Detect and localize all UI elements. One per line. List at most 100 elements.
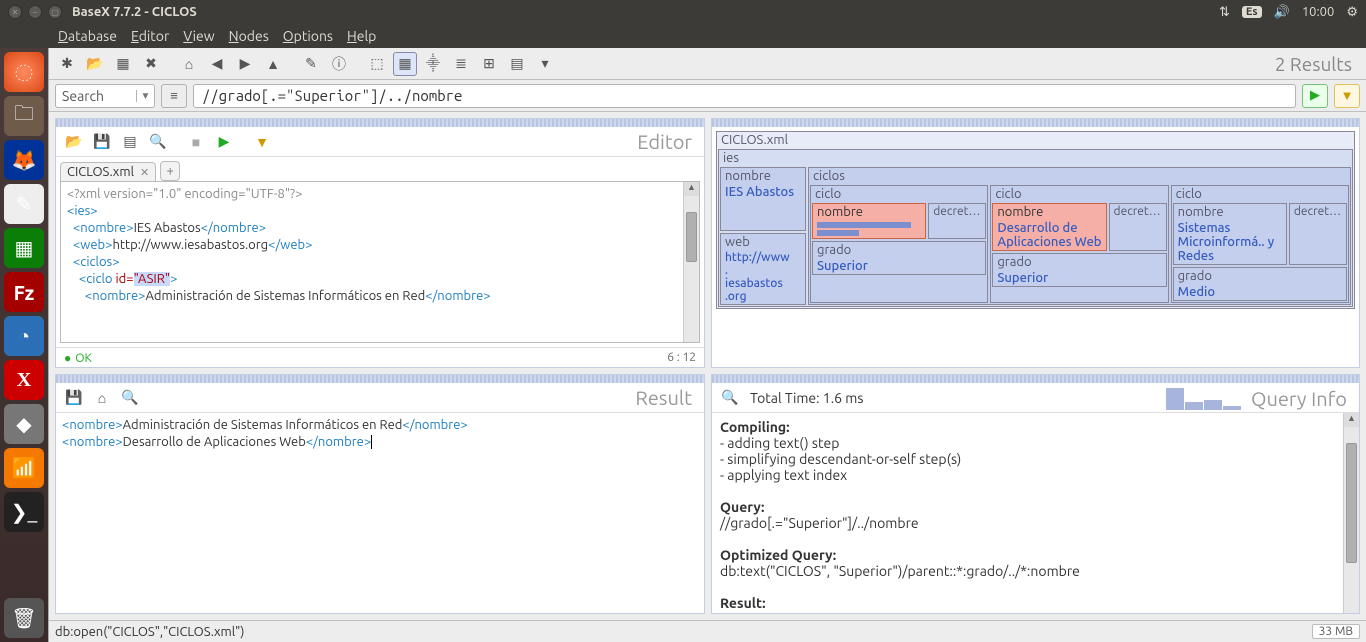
db-props-icon[interactable]: ▦ bbox=[111, 52, 135, 76]
window-title: BaseX 7.7.2 - CICLOS bbox=[72, 5, 197, 19]
result-find-icon[interactable]: 🔍 bbox=[118, 386, 142, 410]
menu-options[interactable]: Options bbox=[283, 28, 333, 44]
info-icon[interactable]: ⓘ bbox=[327, 52, 351, 76]
editor-tab[interactable]: CICLOS.xml ✕ bbox=[60, 162, 156, 181]
chevron-down-icon[interactable]: ▼ bbox=[136, 90, 154, 102]
map-ies-label: ies bbox=[719, 150, 1352, 166]
queryinfo-timing-chart bbox=[1166, 386, 1241, 410]
launcher-basex[interactable]: X bbox=[4, 360, 44, 400]
launcher-files[interactable]: 🗀 bbox=[4, 96, 44, 136]
result-save-icon[interactable]: 💾 bbox=[62, 386, 86, 410]
edit-icon[interactable]: ✎ bbox=[299, 52, 323, 76]
results-count: 2 Results bbox=[1275, 53, 1360, 75]
basex-window: ✱ 📂 ▦ ✖ ⌂ ◀ ▶ ▲ ✎ ⓘ ⬚ ▦ ⸎ ≣ ⊞ ▤ ▾ 2 Resu… bbox=[48, 48, 1366, 642]
view-plot-icon[interactable]: ⊞ bbox=[477, 52, 501, 76]
map-ies-nombre: IES Abastos bbox=[721, 184, 805, 200]
editor-save-icon[interactable]: 💾 bbox=[90, 130, 114, 154]
result-text[interactable]: <nombre>Administración de Sistemas Infor… bbox=[56, 413, 704, 613]
status-bar: db:open("CICLOS","CICLOS.xml") 33 MB bbox=[49, 620, 1366, 642]
view-table-icon[interactable]: ▤ bbox=[505, 52, 529, 76]
pane-grip[interactable] bbox=[712, 375, 1359, 383]
queryinfo-find-icon[interactable]: 🔍 bbox=[718, 386, 742, 410]
launcher-firefox[interactable]: 🦊 bbox=[4, 140, 44, 180]
menu-database[interactable]: Database bbox=[58, 28, 117, 44]
launcher-bluefish[interactable]: ◔ bbox=[4, 316, 44, 356]
window-minimize-icon[interactable]: – bbox=[28, 5, 42, 19]
editor-open-icon[interactable]: 📂 bbox=[62, 130, 86, 154]
network-icon[interactable]: ⇅ bbox=[1219, 5, 1230, 20]
launcher-dash[interactable]: ◌ bbox=[4, 52, 44, 92]
editor-filter-icon[interactable]: ▼ bbox=[250, 130, 274, 154]
search-mode-select[interactable]: ▼ bbox=[55, 84, 155, 108]
launcher-rss[interactable]: 📶 bbox=[4, 448, 44, 488]
search-mode-input[interactable] bbox=[56, 88, 136, 104]
result-pane: 💾 ⌂ 🔍 Result <nombre>Administración de S… bbox=[55, 374, 705, 614]
menu-view[interactable]: View bbox=[183, 28, 214, 44]
open-db-icon[interactable]: 📂 bbox=[83, 52, 107, 76]
query-bar: ▼ ≡ ▶ ▼ bbox=[49, 80, 1366, 112]
map-view[interactable]: CICLOS.xml ies nombre IES Abastos bbox=[712, 127, 1359, 367]
map-c2-nombre-hit: nombre bbox=[993, 204, 1105, 220]
menu-editor[interactable]: Editor bbox=[131, 28, 169, 44]
map-c3-grado: Medio bbox=[1174, 284, 1346, 300]
launcher-filezilla[interactable]: Fz bbox=[4, 272, 44, 312]
launcher-gedit[interactable]: ✎ bbox=[4, 184, 44, 224]
menu-help[interactable]: Help bbox=[347, 28, 376, 44]
editor-find-icon[interactable]: 🔍 bbox=[146, 130, 170, 154]
unity-launcher: ◌ 🗀 🦊 ✎ ▦ Fz ◔ X ◆ 📶 ❯_ 🗑 bbox=[0, 48, 48, 642]
query-info-pane: 🔍 Total Time: 1.6 ms Query Info Compilin… bbox=[711, 374, 1360, 614]
close-db-icon[interactable]: ✖ bbox=[139, 52, 163, 76]
editor-status-ok: OK bbox=[64, 351, 92, 365]
nav-fwd-icon[interactable]: ▶ bbox=[233, 52, 257, 76]
history-icon[interactable]: ≡ bbox=[161, 84, 187, 108]
scrollbar[interactable]: ▲ bbox=[1343, 413, 1359, 613]
main-toolbar: ✱ 📂 ▦ ✖ ⌂ ◀ ▶ ▲ ✎ ⓘ ⬚ ▦ ⸎ ≣ ⊞ ▤ ▾ 2 Resu… bbox=[49, 48, 1366, 80]
launcher-app-generic[interactable]: ◆ bbox=[4, 404, 44, 444]
nav-back-icon[interactable]: ◀ bbox=[205, 52, 229, 76]
view-explorer-icon[interactable]: ▾ bbox=[533, 52, 557, 76]
new-tab-button[interactable]: + bbox=[160, 161, 180, 181]
tab-label: CICLOS.xml bbox=[67, 165, 134, 179]
map-pane: CICLOS.xml ies nombre IES Abastos bbox=[711, 118, 1360, 368]
view-tree-icon[interactable]: ⸎ bbox=[421, 52, 445, 76]
filter-button[interactable]: ▼ bbox=[1334, 84, 1360, 108]
pane-grip[interactable] bbox=[56, 375, 704, 383]
map-c2-grado: Superior bbox=[993, 270, 1165, 286]
editor-history-icon[interactable]: ▤ bbox=[118, 130, 142, 154]
view-folder-icon[interactable]: ≣ bbox=[449, 52, 473, 76]
settings-gear-icon[interactable]: ⚙ bbox=[1346, 5, 1358, 20]
memory-indicator[interactable]: 33 MB bbox=[1312, 624, 1360, 639]
scrollbar[interactable]: ▲ bbox=[683, 182, 699, 342]
nav-home-icon[interactable]: ⌂ bbox=[177, 52, 201, 76]
xquery-input[interactable] bbox=[193, 84, 1296, 108]
pane-grip[interactable] bbox=[56, 119, 704, 127]
launcher-calc[interactable]: ▦ bbox=[4, 228, 44, 268]
view-map-icon[interactable]: ▦ bbox=[393, 52, 417, 76]
new-db-icon[interactable]: ✱ bbox=[55, 52, 79, 76]
editor-title: Editor bbox=[637, 130, 698, 153]
code-editor[interactable]: <?xml version="1.0" encoding="UTF-8"?> <… bbox=[60, 181, 700, 343]
keyboard-lang-indicator[interactable]: Es bbox=[1242, 6, 1262, 18]
menu-nodes[interactable]: Nodes bbox=[229, 28, 269, 44]
map-ies-web: http://www . iesabastos .org bbox=[721, 250, 805, 304]
menu-bar: Database Editor View Nodes Options Help bbox=[0, 24, 1366, 48]
map-c1-nombre-hit: nombre bbox=[813, 204, 925, 220]
editor-stop-icon[interactable]: ■ bbox=[184, 130, 208, 154]
editor-cursor-pos: 6 : 12 bbox=[667, 351, 696, 364]
launcher-terminal[interactable]: ❯_ bbox=[4, 492, 44, 532]
status-text: db:open("CICLOS","CICLOS.xml") bbox=[55, 625, 244, 639]
tab-close-icon[interactable]: ✕ bbox=[140, 166, 149, 179]
queryinfo-time: Total Time: 1.6 ms bbox=[750, 390, 863, 406]
system-title-bar: ✕ – ▢ BaseX 7.7.2 - CICLOS ⇅ Es 🔊 10:00 … bbox=[0, 0, 1366, 24]
sound-icon[interactable]: 🔊 bbox=[1274, 5, 1290, 20]
result-home-icon[interactable]: ⌂ bbox=[90, 386, 114, 410]
queryinfo-text[interactable]: Compiling: - adding text() step - simpli… bbox=[712, 413, 1359, 613]
window-close-icon[interactable]: ✕ bbox=[8, 5, 22, 19]
window-maximize-icon[interactable]: ▢ bbox=[48, 5, 62, 19]
pane-grip[interactable] bbox=[712, 119, 1359, 127]
nav-up-icon[interactable]: ▲ bbox=[261, 52, 285, 76]
run-query-button[interactable]: ▶ bbox=[1302, 84, 1328, 108]
view-editor-icon[interactable]: ⬚ bbox=[365, 52, 389, 76]
launcher-trash[interactable]: 🗑 bbox=[4, 598, 44, 638]
editor-run-icon[interactable]: ▶ bbox=[212, 130, 236, 154]
